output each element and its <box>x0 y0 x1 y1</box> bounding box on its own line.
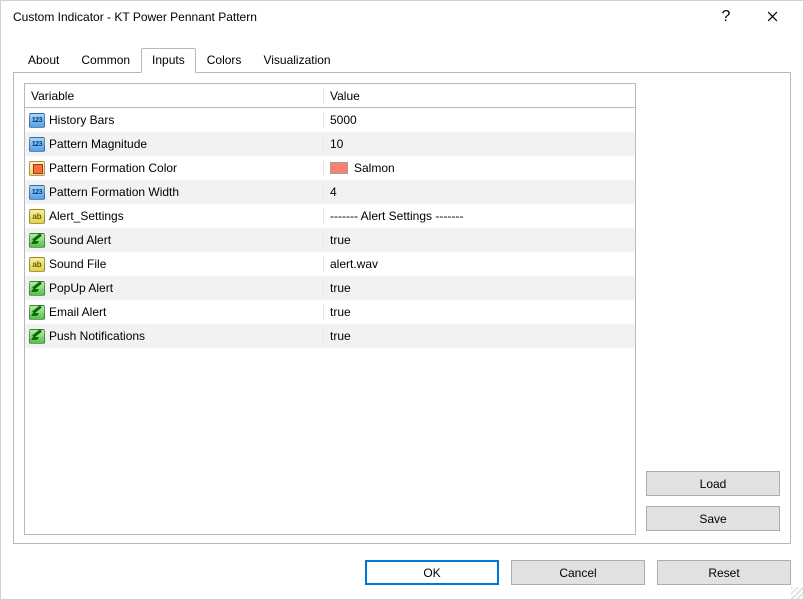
table-row[interactable]: Pattern Magnitude 10 <box>25 132 635 156</box>
value-text: true <box>330 329 351 343</box>
tab-common[interactable]: Common <box>70 48 141 73</box>
value-cell[interactable]: 5000 <box>323 113 635 127</box>
variable-cell: Pattern Formation Color <box>25 161 323 176</box>
value-text: 5000 <box>330 113 357 127</box>
value-cell[interactable]: ------- Alert Settings ------- <box>323 209 635 223</box>
variable-cell: Pattern Formation Width <box>25 185 323 200</box>
variable-name: Sound Alert <box>49 233 111 247</box>
variable-name: Sound File <box>49 257 106 271</box>
parameter-grid[interactable]: Variable Value History Bars 5000 Pattern M… <box>24 83 636 535</box>
variable-cell: PopUp Alert <box>25 281 323 296</box>
close-button[interactable] <box>749 1 795 33</box>
value-text: true <box>330 281 351 295</box>
column-header-value[interactable]: Value <box>323 89 635 103</box>
variable-cell: Email Alert <box>25 305 323 320</box>
inputs-panel: Variable Value History Bars 5000 Pattern M… <box>13 72 791 544</box>
table-row[interactable]: Push Notifications true <box>25 324 635 348</box>
table-row[interactable]: Sound File alert.wav <box>25 252 635 276</box>
table-row[interactable]: Pattern Formation Width 4 <box>25 180 635 204</box>
save-button[interactable]: Save <box>646 506 780 531</box>
tab-inputs[interactable]: Inputs <box>141 48 196 73</box>
table-row[interactable]: Pattern Formation Color Salmon <box>25 156 635 180</box>
variable-name: Push Notifications <box>49 329 145 343</box>
table-row[interactable]: History Bars 5000 <box>25 108 635 132</box>
table-row[interactable]: Alert_Settings ------- Alert Settings ---… <box>25 204 635 228</box>
bool-type-icon <box>29 329 45 344</box>
value-cell[interactable]: true <box>323 329 635 343</box>
table-row[interactable]: Sound Alert true <box>25 228 635 252</box>
int-type-icon <box>29 137 45 152</box>
window-title: Custom Indicator - KT Power Pennant Patt… <box>13 10 703 24</box>
value-cell[interactable]: true <box>323 305 635 319</box>
variable-name: PopUp Alert <box>49 281 113 295</box>
variable-name: Email Alert <box>49 305 106 319</box>
cancel-button[interactable]: Cancel <box>511 560 645 585</box>
variable-cell: History Bars <box>25 113 323 128</box>
table-row[interactable]: PopUp Alert true <box>25 276 635 300</box>
variable-cell: Alert_Settings <box>25 209 323 224</box>
tab-colors[interactable]: Colors <box>196 48 253 73</box>
value-text: Salmon <box>354 161 395 175</box>
ok-button[interactable]: OK <box>365 560 499 585</box>
variable-cell: Sound Alert <box>25 233 323 248</box>
bool-type-icon <box>29 281 45 296</box>
variable-name: Pattern Formation Width <box>49 185 179 199</box>
value-cell[interactable]: 4 <box>323 185 635 199</box>
value-text: 4 <box>330 185 337 199</box>
help-button[interactable]: ? <box>703 1 749 33</box>
resize-grip-icon[interactable] <box>791 587 803 599</box>
tab-strip: About Common Inputs Colors Visualization <box>13 47 791 72</box>
tab-visualization[interactable]: Visualization <box>252 48 341 73</box>
grid-header: Variable Value <box>25 84 635 108</box>
column-header-variable[interactable]: Variable <box>25 89 323 103</box>
value-text: alert.wav <box>330 257 378 271</box>
value-text: ------- Alert Settings ------- <box>330 209 463 223</box>
value-cell[interactable]: Salmon <box>323 161 635 175</box>
titlebar: Custom Indicator - KT Power Pennant Patt… <box>1 1 803 33</box>
int-type-icon <box>29 113 45 128</box>
variable-cell: Sound File <box>25 257 323 272</box>
value-cell[interactable]: 10 <box>323 137 635 151</box>
variable-name: Pattern Magnitude <box>49 137 147 151</box>
value-text: 10 <box>330 137 343 151</box>
value-cell[interactable]: alert.wav <box>323 257 635 271</box>
tab-about[interactable]: About <box>17 48 70 73</box>
table-row[interactable]: Email Alert true <box>25 300 635 324</box>
value-text: true <box>330 305 351 319</box>
variable-cell: Push Notifications <box>25 329 323 344</box>
value-text: true <box>330 233 351 247</box>
bool-type-icon <box>29 233 45 248</box>
variable-name: History Bars <box>49 113 114 127</box>
variable-name: Alert_Settings <box>49 209 124 223</box>
str-type-icon <box>29 257 45 272</box>
value-cell[interactable]: true <box>323 233 635 247</box>
color-swatch <box>330 162 348 174</box>
variable-cell: Pattern Magnitude <box>25 137 323 152</box>
color-type-icon <box>29 161 45 176</box>
variable-name: Pattern Formation Color <box>49 161 177 175</box>
load-button[interactable]: Load <box>646 471 780 496</box>
close-icon <box>767 9 778 25</box>
bool-type-icon <box>29 305 45 320</box>
value-cell[interactable]: true <box>323 281 635 295</box>
reset-button[interactable]: Reset <box>657 560 791 585</box>
str-type-icon <box>29 209 45 224</box>
help-icon: ? <box>722 8 731 26</box>
int-type-icon <box>29 185 45 200</box>
